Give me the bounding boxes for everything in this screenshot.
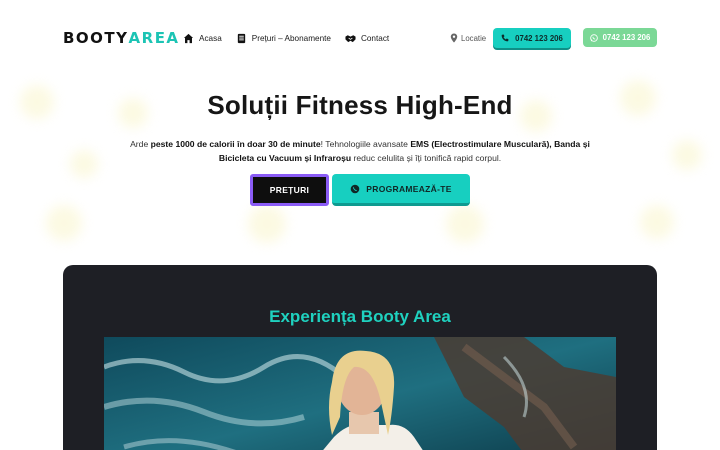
location-label: Locatie — [461, 33, 487, 43]
nav-item-preturi[interactable]: Prețuri – Abonamente — [236, 30, 331, 46]
nav-item-contact[interactable]: Contact — [345, 30, 389, 46]
handshake-icon — [345, 34, 356, 42]
site-header: BOOTY AREA Acasa Prețuri – Abonamente Con… — [0, 0, 720, 76]
phone-button[interactable]: 0742 123 206 — [493, 28, 571, 48]
whatsapp-button[interactable]: 0742 123 206 — [583, 28, 657, 47]
whatsapp-icon — [350, 184, 360, 193]
hero-text-calories: peste 1000 de calorii în doar 30 de minu… — [150, 139, 321, 149]
nav-item-acasa[interactable]: Acasa — [183, 30, 222, 46]
location-link[interactable]: Locatie — [450, 31, 486, 45]
nav-label-preturi: Prețuri – Abonamente — [251, 33, 331, 43]
phone-number: 0742 123 206 — [515, 33, 563, 43]
experience-title: Experiența Booty Area — [269, 307, 451, 326]
map-pin-icon — [450, 33, 458, 43]
hero-description: Arde peste 1000 de calorii în doar 30 de… — [130, 137, 590, 165]
programeaza-label: PROGRAMEAZĂ-TE — [366, 183, 452, 194]
hero-title: Soluții Fitness High-End — [207, 90, 513, 120]
home-icon — [183, 33, 194, 43]
logo-part-area: AREA — [128, 29, 180, 47]
whatsapp-number: 0742 123 206 — [602, 33, 651, 42]
nav-label-contact: Contact — [360, 33, 390, 43]
logo-part-booty: BOOTY — [63, 29, 129, 47]
hero-text-1: Arde — [130, 139, 151, 149]
hero-text-5: reduc celulita și îți tonifică rapid cor… — [351, 153, 502, 163]
preturi-button[interactable]: PREȚURI — [250, 174, 329, 206]
experience-video[interactable] — [104, 337, 616, 450]
experience-section: Experiența Booty Area — [63, 265, 657, 450]
whatsapp-icon — [589, 33, 598, 42]
phone-icon — [501, 34, 509, 42]
logo[interactable]: BOOTY AREA — [63, 28, 180, 48]
programeaza-button[interactable]: PROGRAMEAZĂ-TE — [332, 174, 470, 206]
hero-text-3: ! Tehnologiile avansate — [320, 139, 411, 149]
video-thumbnail — [104, 337, 616, 450]
document-icon — [237, 33, 245, 43]
nav-label-acasa: Acasa — [199, 33, 222, 43]
main-nav: Acasa Prețuri – Abonamente Contact — [183, 30, 389, 46]
